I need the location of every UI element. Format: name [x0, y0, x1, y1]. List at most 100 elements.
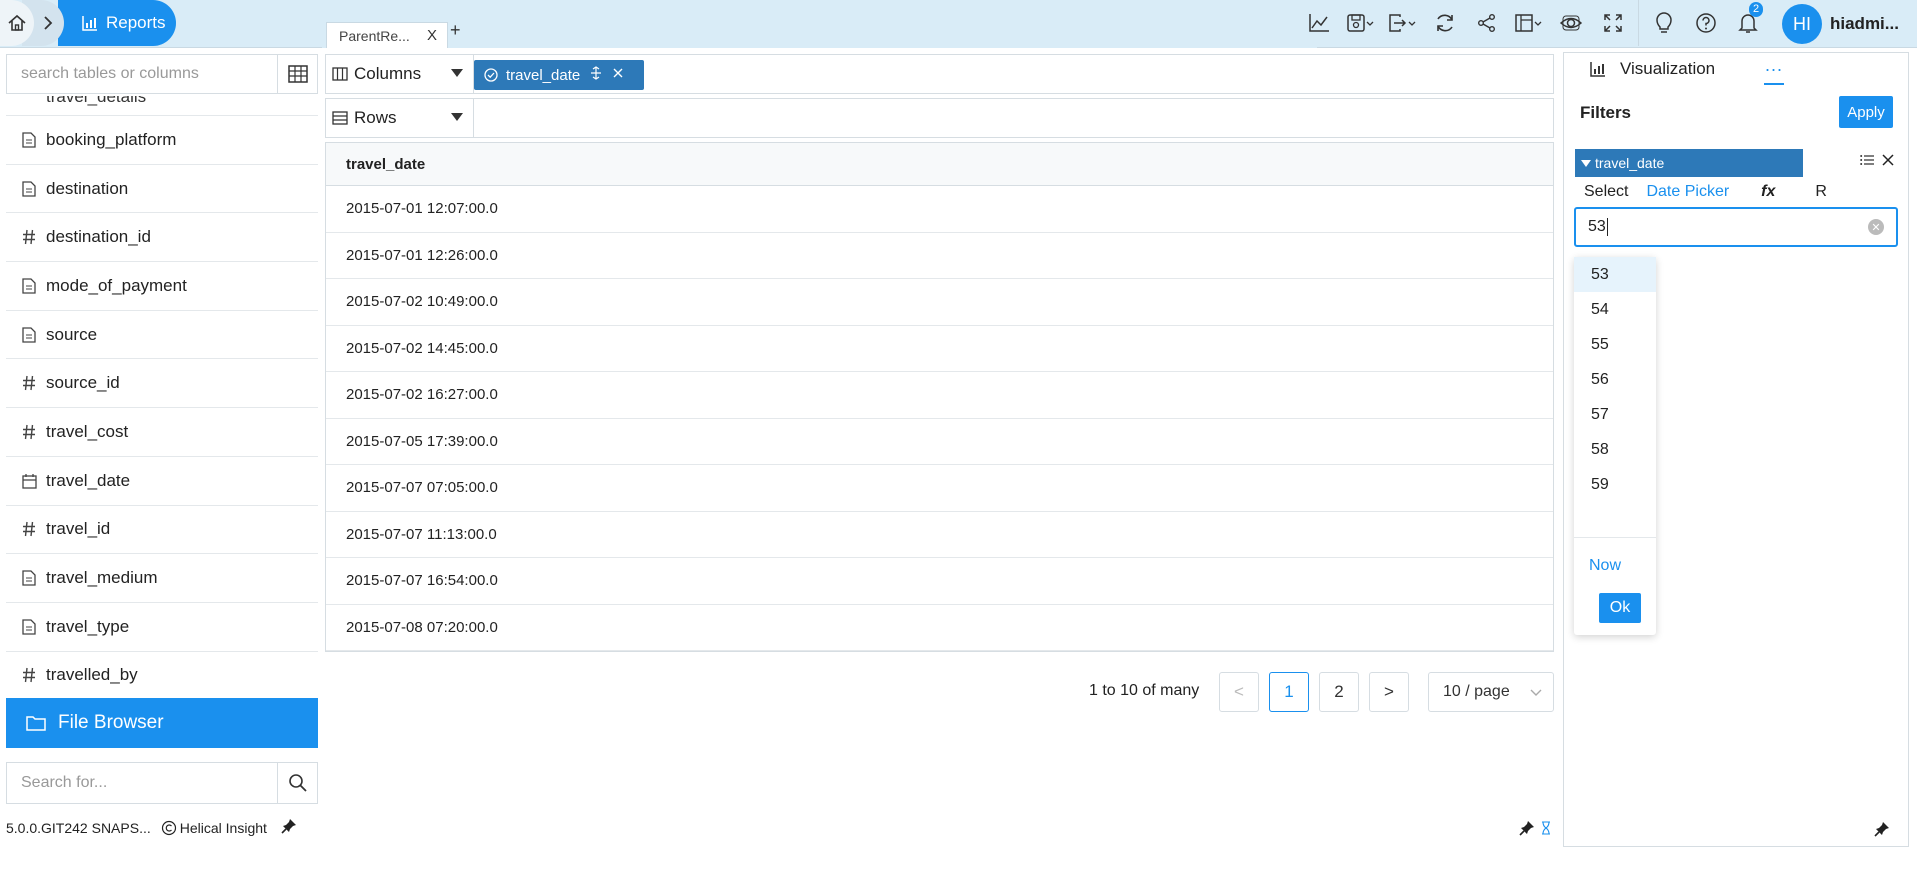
file-search-input[interactable]: Search for... — [6, 762, 278, 804]
field-item-travelled-by[interactable]: travelled_by — [6, 652, 318, 701]
sort-icon[interactable] — [590, 66, 602, 84]
field-item-label: booking_platform — [46, 129, 177, 149]
pin-icon — [281, 819, 296, 834]
field-item-travel-id[interactable]: travel_id — [6, 506, 318, 555]
field-item-booking-platform[interactable]: booking_platform — [6, 116, 318, 165]
share-button[interactable] — [1466, 0, 1508, 46]
file-browser-button[interactable]: File Browser — [6, 698, 318, 748]
tips-button[interactable] — [1643, 0, 1685, 46]
page-size-select[interactable]: 10 / page — [1428, 672, 1554, 712]
filter-header[interactable]: travel_date — [1575, 149, 1803, 177]
page-1-button[interactable]: 1 — [1269, 672, 1309, 712]
tab-label: ParentRe... — [339, 27, 410, 44]
more-options-button[interactable]: ... — [1764, 55, 1784, 85]
field-item-partial[interactable]: travel_details — [6, 96, 318, 116]
column-search-input[interactable]: search tables or columns — [6, 54, 278, 94]
field-item-source-id[interactable]: source_id — [6, 359, 318, 409]
hash-icon — [22, 424, 46, 440]
column-pill[interactable]: travel_date — [474, 60, 644, 90]
layout-icon — [1515, 14, 1542, 32]
table-cell: 2015-07-05 17:39:00.0 — [346, 432, 498, 450]
table-cell: 2015-07-01 12:07:00.0 — [346, 200, 498, 218]
filter-list-button[interactable] — [1860, 153, 1874, 171]
table-cell: 2015-07-02 10:49:00.0 — [346, 293, 498, 311]
tab-visualization[interactable]: Visualization — [1590, 59, 1715, 79]
pin-left-button[interactable] — [281, 818, 297, 837]
now-link[interactable]: Now — [1589, 557, 1621, 575]
layout-button[interactable] — [1508, 0, 1550, 46]
page-2-button[interactable]: 2 — [1319, 672, 1359, 712]
filter-input-value: 53 — [1588, 218, 1606, 235]
dropdown-option[interactable]: 55 — [1574, 327, 1656, 362]
refresh-icon — [1437, 14, 1453, 32]
dropdown-divider — [1574, 537, 1656, 538]
tab-date-picker[interactable]: Date Picker — [1646, 183, 1730, 209]
dropdown-option[interactable]: 59 — [1574, 467, 1656, 502]
filter-actions — [1860, 153, 1894, 171]
dropdown-option[interactable]: 53 — [1574, 257, 1656, 292]
refresh-button[interactable] — [1424, 0, 1466, 46]
pin-canvas-button[interactable] — [1519, 820, 1535, 841]
line-chart-button[interactable] — [1298, 0, 1340, 46]
tab-close-button[interactable]: X — [427, 27, 437, 44]
fullscreen-button[interactable] — [1592, 0, 1634, 46]
apply-button[interactable]: Apply — [1839, 96, 1893, 128]
ok-button[interactable]: Ok — [1599, 593, 1641, 623]
tab-select[interactable]: Select — [1584, 183, 1628, 209]
table-row: 2015-07-02 14:45:00.0 — [326, 326, 1553, 372]
table-header[interactable]: travel_date — [326, 142, 1553, 186]
field-item-destination[interactable]: destination — [6, 165, 318, 214]
breadcrumb-reports[interactable]: Reports — [58, 0, 176, 46]
hourglass-icon — [1541, 821, 1551, 840]
next-page-button[interactable]: > — [1369, 672, 1409, 712]
table-body: 2015-07-01 12:07:00.0 2015-07-01 12:26:00… — [326, 186, 1553, 651]
field-item-travel-cost[interactable]: travel_cost — [6, 408, 318, 457]
table-cell: 2015-07-01 12:26:00.0 — [346, 246, 498, 264]
rows-shelf-label[interactable]: Rows — [326, 99, 474, 137]
preview-button[interactable] — [1550, 0, 1592, 46]
clear-input-button[interactable]: ✕ — [1868, 219, 1884, 235]
tab-fx[interactable]: fx — [1761, 183, 1775, 209]
page-size-value: 10 / page — [1443, 683, 1510, 700]
dropdown-option[interactable]: 57 — [1574, 397, 1656, 432]
filter-value-input[interactable]: 53 ✕ — [1574, 207, 1898, 247]
dropdown-option[interactable]: 56 — [1574, 362, 1656, 397]
hash-icon — [22, 667, 46, 683]
rows-label-text: Rows — [354, 108, 397, 127]
columns-shelf-label[interactable]: Columns — [326, 55, 474, 93]
check-circle-icon — [484, 68, 498, 82]
chevron-down-icon[interactable] — [451, 69, 463, 77]
prev-page-button[interactable]: < — [1219, 672, 1259, 712]
save-button[interactable] — [1340, 0, 1382, 46]
export-button[interactable] — [1382, 0, 1424, 46]
tab-report[interactable]: ParentRe... X — [326, 22, 448, 48]
table-view-button[interactable] — [278, 54, 318, 94]
field-item-label: travel_details — [46, 96, 147, 106]
remove-pill-button[interactable] — [612, 66, 624, 84]
collapse-triangle-icon[interactable] — [1581, 159, 1591, 167]
field-item-destination-id[interactable]: destination_id — [6, 213, 318, 263]
field-item-source[interactable]: source — [6, 311, 318, 360]
field-item-label: source_id — [46, 373, 120, 393]
remove-filter-button[interactable] — [1882, 153, 1894, 171]
line-chart-icon — [1309, 14, 1329, 32]
add-tab-button[interactable]: + — [450, 20, 461, 41]
tab-r[interactable]: R — [1815, 183, 1827, 209]
notifications-button[interactable]: 2 — [1727, 0, 1769, 46]
chevron-down-icon[interactable] — [451, 113, 463, 121]
field-item-travel-type[interactable]: travel_type — [6, 603, 318, 652]
hash-icon — [22, 229, 46, 245]
user-menu[interactable]: HI hiadmi... — [1782, 4, 1899, 44]
preview-icon — [1560, 15, 1582, 31]
text-icon — [22, 619, 46, 635]
text-icon — [22, 180, 46, 197]
field-item-travel-medium[interactable]: travel_medium — [6, 554, 318, 603]
dropdown-option[interactable]: 58 — [1574, 432, 1656, 467]
help-button[interactable] — [1685, 0, 1727, 46]
columns-shelf: Columns travel_date — [325, 54, 1554, 94]
file-search-button[interactable] — [278, 762, 318, 804]
pin-right-button[interactable] — [1874, 821, 1890, 842]
field-item-travel-date[interactable]: travel_date — [6, 457, 318, 506]
dropdown-option[interactable]: 54 — [1574, 292, 1656, 327]
field-item-mode-of-payment[interactable]: mode_of_payment — [6, 262, 318, 311]
